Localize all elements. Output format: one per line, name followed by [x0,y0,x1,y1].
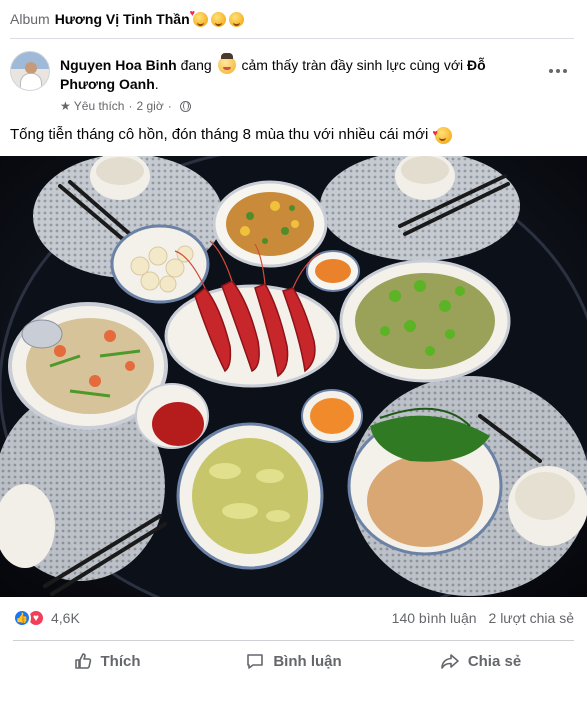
more-icon[interactable] [546,59,570,83]
share-button[interactable]: Chia sẻ [387,645,574,677]
star-icon: ★ [60,99,71,113]
post-caption: Tống tiễn tháng cô hồn, đón tháng 8 mùa … [10,123,453,145]
reaction-stats: 👍 ♥ 4,6K 140 bình luận 2 lượt chia sẻ [13,607,574,629]
post-time[interactable]: 2 giờ [136,99,163,113]
shares-count[interactable]: 2 lượt chia sẻ [489,610,574,626]
feeling-prefix: đang [180,57,212,73]
share-label: Chia sẻ [467,652,522,670]
smiling-hearts-emoji-icon [190,8,208,27]
blushing-emoji-icon [228,11,244,27]
reactions-count[interactable]: 4,6K [51,610,80,626]
food-table-photo-icon [0,156,587,597]
author-line: Nguyen Hoa Binh đang cảm thấy tràn đầy s… [60,53,530,94]
favorite-label[interactable]: Yêu thích [74,99,125,113]
post-header: Nguyen Hoa Binh đang cảm thấy tràn đầy s… [10,51,574,117]
comment-icon [247,654,264,669]
like-icon [74,653,91,669]
feeling-text: cảm thấy tràn đầy sinh lực cùng với [241,57,464,73]
album-header: Album Hương Vị Tinh Thần [10,8,244,29]
globe-icon[interactable] [179,100,191,112]
caption-text: Tống tiễn tháng cô hồn, đón tháng 8 mùa … [10,126,429,143]
album-name[interactable]: Hương Vị Tinh Thần [55,11,190,27]
meta-dot: · [167,99,172,113]
avatar[interactable] [10,51,50,91]
album-label: Album [10,11,50,27]
like-button[interactable]: Thích [13,645,200,677]
post-actions: Thích Bình luận Chia sẻ [13,645,574,677]
comment-label: Bình luận [273,652,342,670]
like-label: Thích [100,652,141,670]
share-icon [441,654,459,669]
comments-count[interactable]: 140 bình luận [392,610,477,626]
tagged-suffix: . [154,76,159,92]
author-name[interactable]: Nguyen Hoa Binh [60,57,177,73]
smiling-hearts-emoji-icon [432,123,453,144]
comment-button[interactable]: Bình luận [200,645,387,677]
divider [10,38,574,39]
feeling-emoji-icon [217,53,236,74]
post-photo[interactable] [0,156,587,597]
like-reaction-icon[interactable]: 👍 [13,609,31,627]
smiling-emoji-icon [210,11,226,27]
divider [13,640,574,641]
meta-dot: · [128,99,133,113]
post-meta: ★ Yêu thích · 2 giờ · [60,98,191,114]
